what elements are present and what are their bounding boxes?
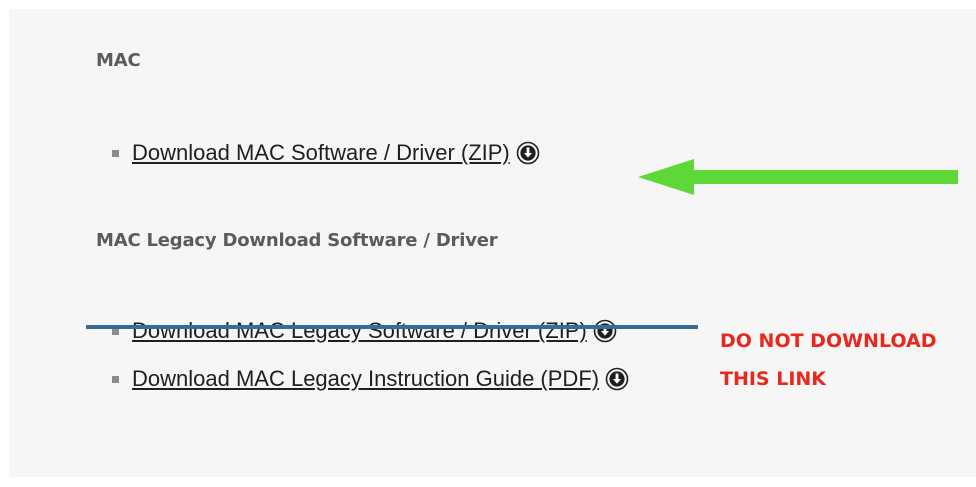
list-item: Download MAC Software / Driver (ZIP) xyxy=(112,138,540,168)
strikethrough-line xyxy=(86,325,698,329)
download-mac-legacy-guide-link[interactable]: Download MAC Legacy Instruction Guide (P… xyxy=(132,366,599,392)
mac-section-heading: MAC xyxy=(96,50,141,71)
page: MAC Download MAC Software / Driver (ZIP)… xyxy=(0,0,976,487)
list-item: Download MAC Legacy Instruction Guide (P… xyxy=(112,364,629,394)
legacy-section-heading: MAC Legacy Download Software / Driver xyxy=(96,230,498,251)
download-circle-icon[interactable] xyxy=(516,141,540,165)
download-circle-icon[interactable] xyxy=(605,367,629,391)
bullet-icon xyxy=(112,375,119,383)
warning-annotation-line1: DO NOT DOWNLOAD xyxy=(720,330,937,352)
download-circle-icon[interactable] xyxy=(593,319,617,343)
left-arrow-icon xyxy=(638,159,958,195)
warning-annotation-line2: THIS LINK xyxy=(720,368,827,390)
bullet-icon xyxy=(112,149,119,157)
download-mac-legacy-software-link[interactable]: Download MAC Legacy Software / Driver (Z… xyxy=(132,318,587,344)
download-mac-software-link[interactable]: Download MAC Software / Driver (ZIP) xyxy=(132,140,510,166)
list-item: Download MAC Legacy Software / Driver (Z… xyxy=(112,316,617,346)
